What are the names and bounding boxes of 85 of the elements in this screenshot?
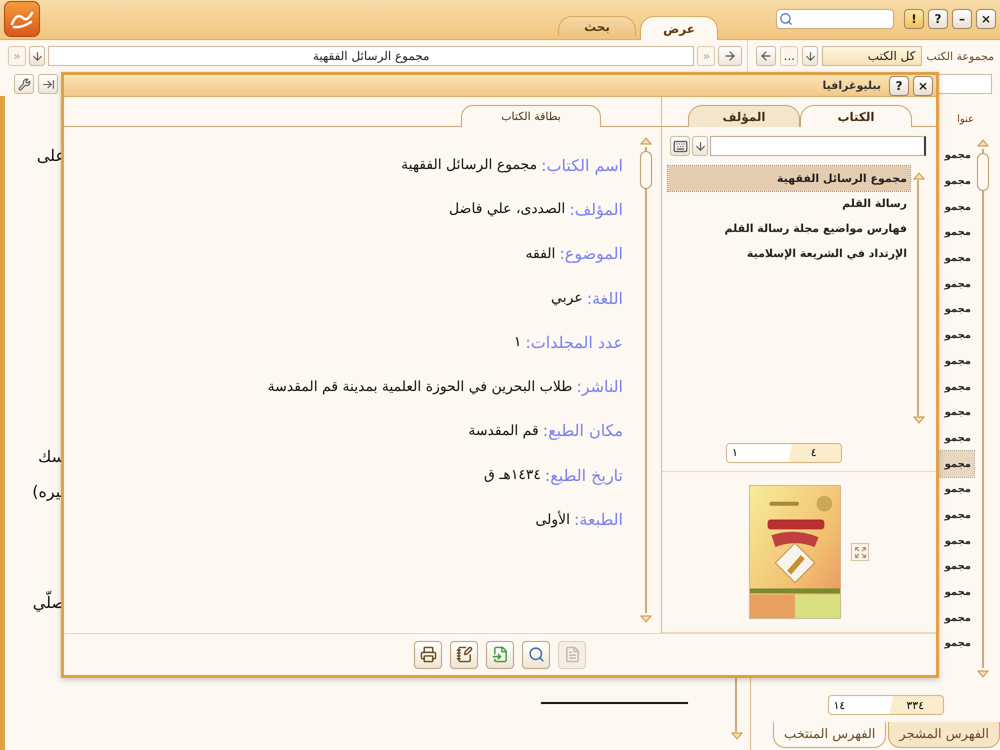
app-logo-icon[interactable] [4,1,40,37]
down-arrow-button[interactable] [692,136,708,156]
scroll-down-icon[interactable] [640,615,652,623]
book-item[interactable]: الإرتداد في الشريعة الإسلامية [668,241,910,266]
expand-icon [854,546,866,558]
search-button[interactable] [522,640,550,668]
scroll-thumb[interactable] [640,151,652,189]
field-label: اللغة: [586,288,623,308]
view-tab[interactable]: عرض [640,16,718,40]
card-tab[interactable]: بطاقة الكتاب [461,105,601,127]
collection-dropdown[interactable]: كل الكتب [822,46,922,66]
page-total: ٣٣٤ [888,696,942,714]
current-page[interactable]: ١ [727,444,786,462]
field-label: الموضوع: [559,244,623,264]
left-arrow-button[interactable] [756,46,776,66]
field-value: الفقه [526,246,556,262]
scroll-up-icon[interactable] [640,137,652,145]
arrow-to-line-icon [42,78,54,90]
down-arrow-icon [804,50,817,62]
close-button[interactable]: ? [889,76,909,96]
book-item[interactable]: فهارس مواضيع مجلة رسالة القلم [668,216,910,241]
field-value: الصددی، علي فاضل [448,201,566,218]
search-icon [779,12,793,26]
wrench-icon [18,78,30,90]
field-value: عربي [551,290,583,306]
notepad-pencil-icon [456,646,472,663]
scroll-down-icon[interactable] [913,416,925,424]
scroll-thumb[interactable] [977,153,989,191]
window-button[interactable]: × [976,9,996,29]
document-icon [564,646,580,663]
field-label: الطبعة: [574,510,623,530]
right-arrow-button[interactable] [718,46,742,66]
dialog-title: ببليوغرافيا [822,79,881,92]
arrow-to-line-button[interactable] [38,74,58,94]
field-label: تاريخ الطبع: [544,466,623,485]
collection-label: مجموعة الكتب [926,50,994,62]
column-header: عنوا [957,114,974,125]
scroll-up-icon[interactable] [913,172,925,180]
keyboard-button[interactable] [670,136,690,156]
book-search-field[interactable] [710,136,926,156]
right-arrow-icon [723,49,738,63]
field-value: الأولى [535,512,570,528]
index-tab[interactable]: الفهرس المشجر [888,722,1000,748]
scroll-down-icon[interactable] [977,670,989,678]
field-value: طلاب البحرين في الحوزة العلمية بمدينة قم المقدسة [268,378,572,395]
down-arrow-button[interactable] [29,46,45,66]
down-arrow-icon [694,140,706,152]
field-label: اسم الكتاب: [541,156,623,175]
search-field[interactable] [776,9,894,29]
page-total: ٤ [786,444,841,462]
search-icon [528,646,544,663]
printer-icon [420,646,436,663]
keyboard-icon [672,138,688,154]
view-tab[interactable]: بحث [558,16,636,36]
down-arrow-button[interactable] [802,46,818,66]
window-button[interactable]: ? [928,9,948,29]
book-tab[interactable]: المؤلف [688,105,800,127]
edit-button[interactable] [450,640,478,668]
field-value: ١ [514,334,522,350]
scroll-up-icon[interactable] [977,139,989,147]
index-tab[interactable]: الفهرس المنتخب [773,722,886,748]
left-arrow-icon [759,49,774,63]
down-arrow-icon [30,50,44,62]
scroll-down-icon[interactable] [731,732,743,740]
field-label: الناشر: [576,377,623,396]
field-label: عدد المجلدات: [525,332,623,352]
more-button[interactable]: ... [780,46,798,66]
book-title-field[interactable]: مجموع الرسائل الفقهية [48,46,694,66]
wrench-button[interactable] [14,74,34,94]
field-value: ١٤٣٤هـ ق [484,467,541,484]
alert-button[interactable]: ! [904,9,924,29]
field-value: قم المقدسة [468,422,539,439]
field-label: المؤلف: [569,200,623,219]
export-button[interactable] [486,640,514,668]
print-button[interactable] [414,640,442,668]
page-arrow-icon [492,646,508,663]
book-tab[interactable]: الكتاب [800,105,912,127]
expand-button[interactable] [851,543,869,561]
current-page[interactable]: ١٤ [828,696,888,714]
book-item[interactable]: مجموع الرسائل الفقهية [668,166,910,191]
field-label: مكان الطبع: [542,421,623,440]
window-button[interactable]: – [952,9,972,29]
help-button[interactable]: × [913,76,933,96]
field-value: مجموع الرسائل الفقهية [401,157,538,174]
book-item[interactable]: رسالة القلم [668,191,910,216]
